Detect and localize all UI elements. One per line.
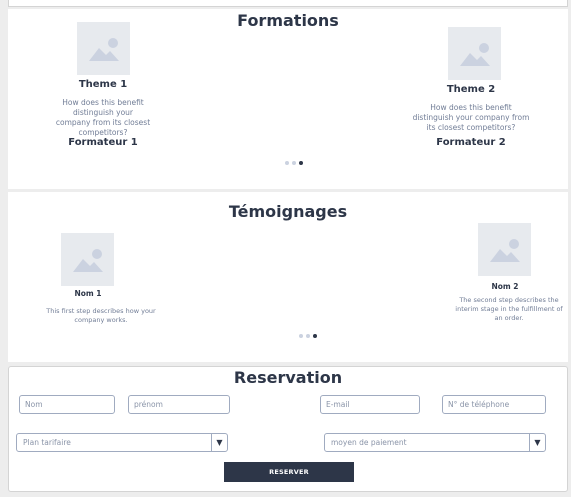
- formations-section: Formations Theme 1 How does this benefit…: [8, 9, 568, 189]
- theme-2-description: How does this benefit distinguish your c…: [412, 103, 530, 132]
- prenom-input[interactable]: [128, 395, 230, 414]
- testimonial-1-description: This first step describes how your compa…: [46, 307, 156, 324]
- moyen-paiement-select[interactable]: moyen de paiement ▼: [324, 433, 546, 452]
- telephone-input[interactable]: [442, 395, 546, 414]
- nom-input[interactable]: [19, 395, 115, 414]
- plan-tarifaire-selected: Plan tarifaire: [23, 438, 71, 447]
- image-icon: [460, 43, 490, 66]
- temoignages-carousel-dots[interactable]: [299, 334, 317, 338]
- theme-2-title: Theme 2: [446, 84, 496, 95]
- plan-tarifaire-select[interactable]: Plan tarifaire ▼: [16, 433, 228, 452]
- reservation-title: Reservation: [233, 368, 343, 387]
- testimonial-1-image-placeholder: [61, 233, 114, 286]
- email-input[interactable]: [320, 395, 420, 414]
- image-icon: [490, 239, 520, 262]
- carousel-dot-active[interactable]: [299, 161, 303, 165]
- chevron-down-icon[interactable]: ▼: [529, 434, 545, 451]
- theme-1-title: Theme 1: [78, 79, 128, 90]
- testimonial-2-name: Nom 2: [491, 282, 519, 291]
- testimonial-1-name: Nom 1: [74, 289, 102, 298]
- carousel-dot[interactable]: [292, 161, 296, 165]
- theme-1-description: How does this benefit distinguish your c…: [55, 98, 151, 137]
- reserver-button[interactable]: RESERVER: [224, 462, 354, 482]
- carousel-dot[interactable]: [299, 334, 303, 338]
- moyen-paiement-selected: moyen de paiement: [331, 438, 407, 447]
- image-icon: [73, 249, 103, 272]
- theme-1-trainer: Formateur 1: [68, 137, 138, 148]
- formations-carousel-dots[interactable]: [285, 161, 303, 165]
- reservation-section: Reservation Plan tarifaire ▼ moyen de pa…: [8, 366, 568, 492]
- theme-1-image-placeholder: [77, 22, 130, 75]
- temoignages-section: Témoignages Nom 1 This first step descri…: [8, 192, 568, 362]
- chevron-down-icon[interactable]: ▼: [211, 434, 227, 451]
- image-icon: [89, 38, 119, 61]
- carousel-dot-active[interactable]: [313, 334, 317, 338]
- temoignages-title: Témoignages: [228, 202, 348, 221]
- carousel-dot[interactable]: [285, 161, 289, 165]
- top-panel-edge: [8, 0, 568, 7]
- carousel-dot[interactable]: [306, 334, 310, 338]
- theme-2-trainer: Formateur 2: [436, 137, 506, 148]
- theme-2-image-placeholder: [448, 27, 501, 80]
- testimonial-2-description: The second step describes the interim st…: [455, 296, 563, 322]
- testimonial-2-image-placeholder: [478, 223, 531, 276]
